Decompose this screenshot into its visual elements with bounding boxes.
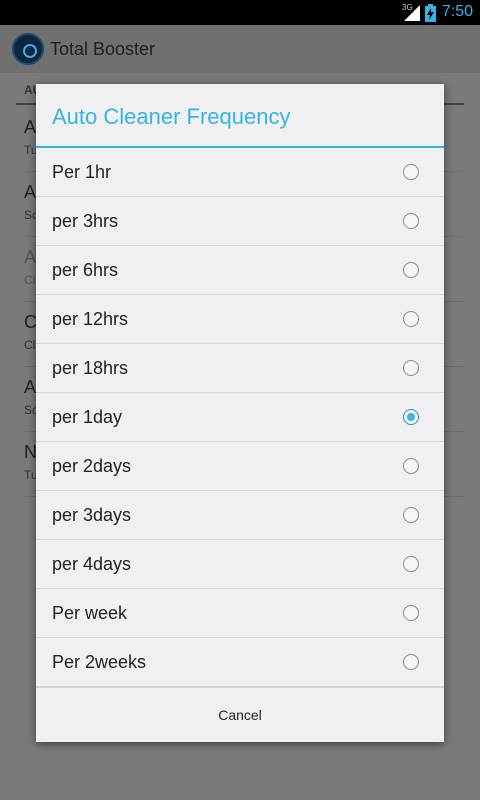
option-per-12hrs[interactable]: per 12hrs (36, 295, 444, 344)
radio-button-icon[interactable] (403, 556, 419, 572)
option-per-2weeks[interactable]: Per 2weeks (36, 638, 444, 687)
radio-button-icon[interactable] (403, 458, 419, 474)
radio-button-icon[interactable] (403, 654, 419, 670)
settings-row-title: A (24, 117, 37, 137)
dialog-footer: Cancel (36, 687, 444, 743)
radio-button-icon[interactable] (403, 311, 419, 327)
option-label: per 3hrs (52, 211, 119, 231)
option-per-6hrs[interactable]: per 6hrs (36, 246, 444, 295)
option-label: per 2days (52, 456, 132, 476)
settings-row-title: A (24, 247, 37, 267)
radio-button-icon[interactable] (403, 360, 419, 376)
clock: 7:50 (441, 3, 473, 20)
option-label: Per week (52, 603, 128, 623)
settings-row-title: A (24, 182, 37, 202)
option-per-3days[interactable]: per 3days (36, 491, 444, 540)
dialog-title: Auto Cleaner Frequency (52, 104, 291, 129)
option-per-1hr[interactable]: Per 1hr (36, 148, 444, 197)
settings-row-subtitle: Cl (24, 273, 36, 287)
option-label: per 18hrs (52, 358, 129, 378)
app-logo-icon (12, 33, 44, 65)
option-label: per 4days (52, 554, 132, 574)
settings-row-subtitle: Cl (24, 338, 36, 352)
option-label: Per 2weeks (52, 652, 147, 672)
option-label: Per 1hr (52, 162, 112, 182)
cancel-button[interactable]: Cancel (36, 688, 444, 743)
signal-icon (404, 5, 420, 21)
option-per-3hrs[interactable]: per 3hrs (36, 197, 444, 246)
option-per-1day[interactable]: per 1day (36, 393, 444, 442)
option-per-2days[interactable]: per 2days (36, 442, 444, 491)
radio-button-selected-icon[interactable] (403, 409, 419, 425)
option-per-18hrs[interactable]: per 18hrs (36, 344, 444, 393)
option-label: per 1day (52, 407, 123, 427)
radio-button-icon[interactable] (403, 507, 419, 523)
radio-button-icon[interactable] (403, 164, 419, 180)
option-per-week[interactable]: Per week (36, 589, 444, 638)
status-bar: 3G 7:50 (0, 0, 480, 25)
settings-row-title: A (24, 377, 37, 397)
action-bar: Total Booster (0, 25, 480, 73)
frequency-options-list: Per 1hr per 3hrs per 6hrs per 12hrs per … (36, 148, 444, 687)
battery-charging-icon (425, 4, 436, 22)
option-label: per 6hrs (52, 260, 119, 280)
frequency-dialog: Auto Cleaner Frequency Per 1hr per 3hrs … (36, 84, 444, 742)
option-per-4days[interactable]: per 4days (36, 540, 444, 589)
radio-button-icon[interactable] (403, 605, 419, 621)
option-label: per 12hrs (52, 309, 129, 329)
option-label: per 3days (52, 505, 132, 525)
radio-button-icon[interactable] (403, 213, 419, 229)
radio-button-icon[interactable] (403, 262, 419, 278)
app-title: Total Booster (50, 39, 156, 59)
